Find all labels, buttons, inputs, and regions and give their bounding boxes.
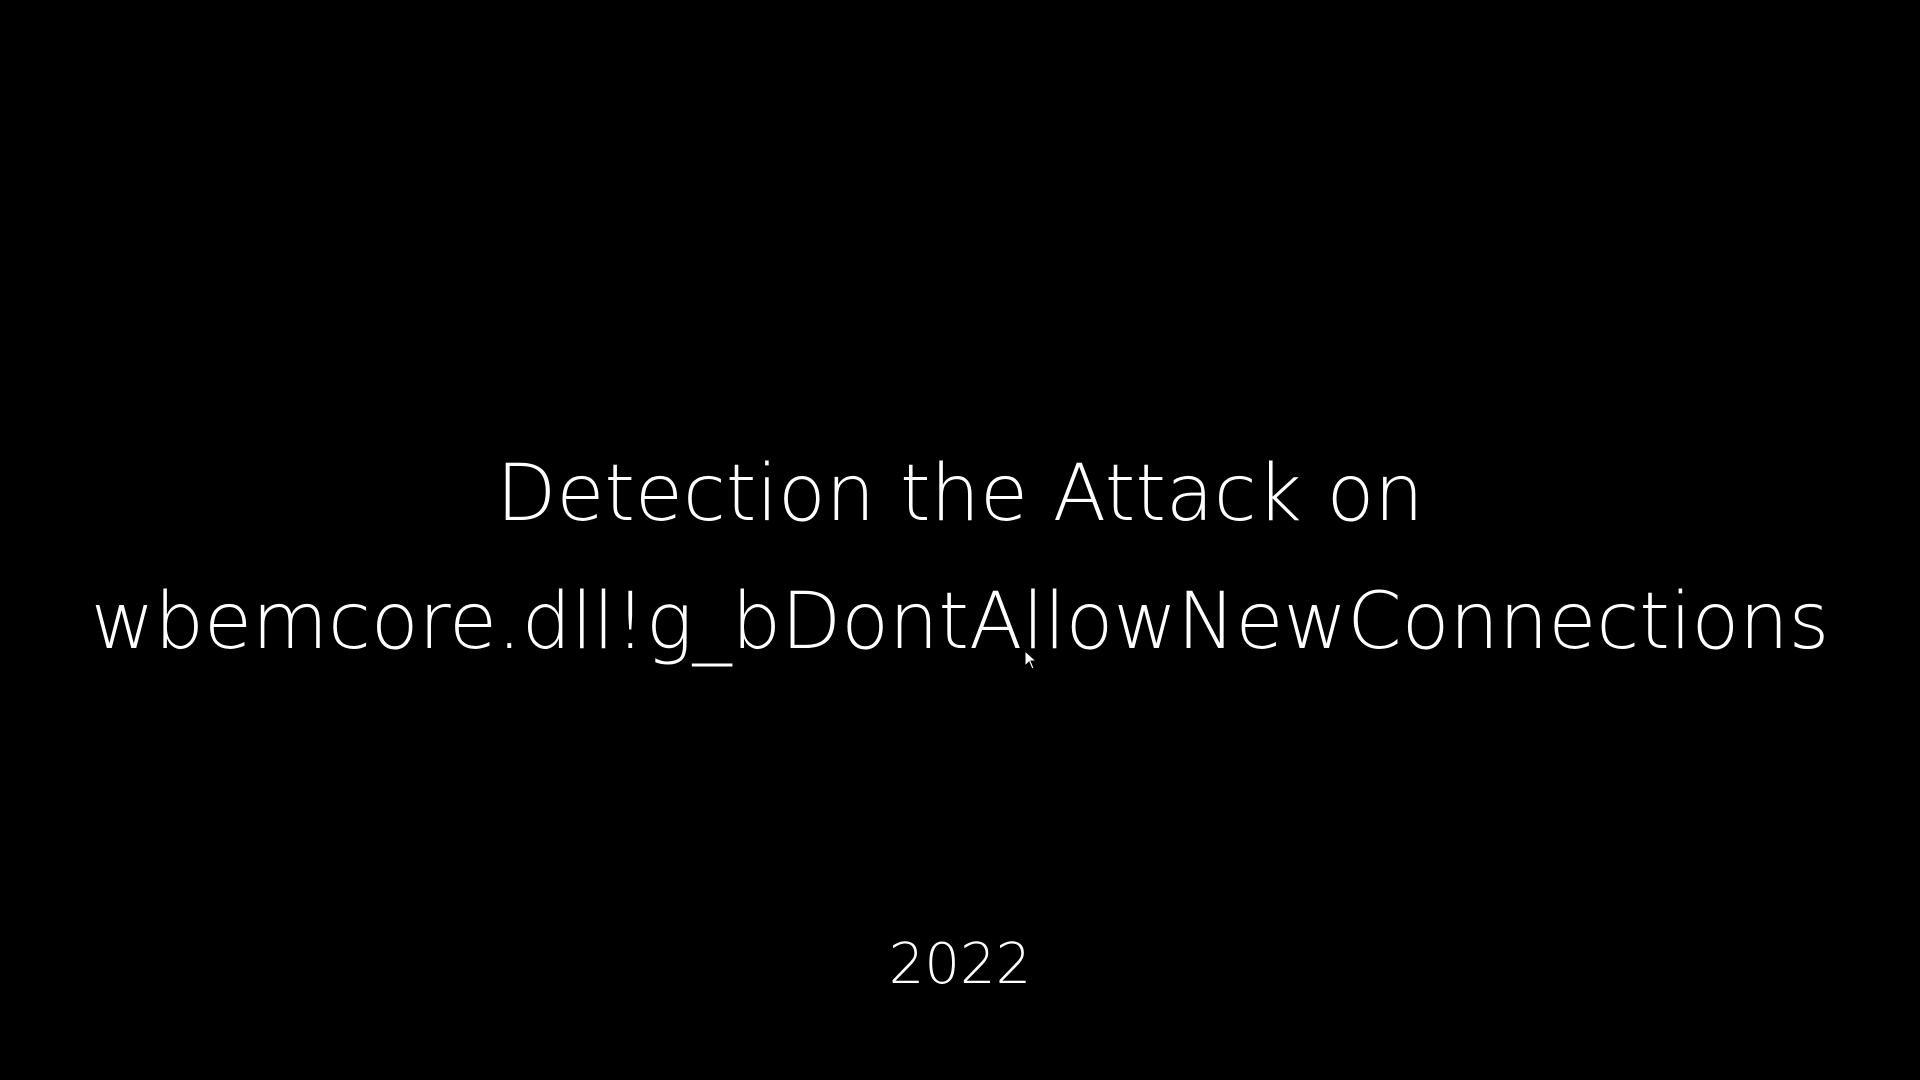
- title-line-1: Detection the Attack on: [496, 449, 1424, 539]
- slide-year: 2022: [888, 932, 1032, 997]
- slide-title: Detection the Attack on wbemcore.dll!g_b…: [0, 430, 1920, 686]
- title-line-2: wbemcore.dll!g_bDontAllowNewConnections: [90, 577, 1830, 667]
- presentation-slide: Detection the Attack on wbemcore.dll!g_b…: [0, 0, 1920, 1080]
- mouse-pointer-icon: [1024, 650, 1038, 670]
